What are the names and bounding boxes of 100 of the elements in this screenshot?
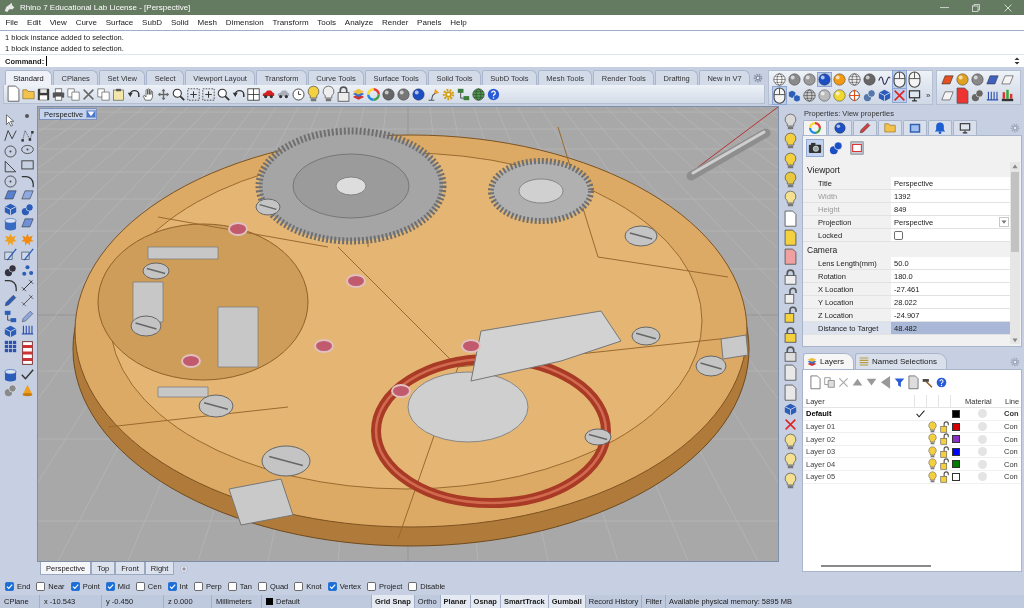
checkbox[interactable] — [408, 582, 418, 591]
menu-item[interactable]: Tools — [312, 18, 341, 27]
menu-item[interactable]: Help — [445, 18, 472, 27]
triangle-icon[interactable] — [3, 159, 17, 173]
mouse-icon[interactable] — [893, 70, 906, 89]
cross-icon[interactable] — [82, 87, 95, 101]
lock-icon[interactable] — [337, 85, 350, 103]
clipboard-icon[interactable] — [112, 87, 125, 101]
lightbulb-icon[interactable] — [783, 190, 797, 208]
caret-icon[interactable] — [87, 111, 96, 117]
cylinder-icon[interactable] — [3, 217, 17, 231]
surface-icon[interactable] — [3, 190, 17, 201]
lightbulb-icon[interactable] — [927, 445, 937, 458]
ellipse-icon[interactable] — [20, 144, 34, 154]
up-triangle-icon[interactable] — [852, 378, 863, 387]
properties-tab[interactable] — [853, 120, 877, 135]
scrollbar[interactable] — [1010, 162, 1020, 344]
monitor-icon[interactable] — [908, 89, 921, 102]
linked-blocks-icon[interactable] — [3, 309, 17, 323]
lightbulb-icon[interactable] — [927, 458, 937, 471]
lightbulb-icon[interactable] — [927, 433, 937, 446]
lightbulb-icon[interactable] — [783, 113, 797, 131]
color-swatch[interactable] — [952, 435, 960, 444]
spheres-icon[interactable] — [3, 263, 17, 277]
document-icon[interactable] — [783, 383, 797, 401]
starburst-icon[interactable] — [3, 233, 17, 247]
panel-tab[interactable]: Layers — [803, 353, 854, 369]
arc-icon[interactable] — [20, 175, 34, 189]
menu-item[interactable]: Dimension — [221, 18, 268, 27]
cube-icon[interactable] — [783, 402, 797, 416]
checkbox[interactable] — [227, 582, 237, 591]
checkbox[interactable] — [105, 582, 115, 591]
lightbulb-icon[interactable] — [927, 470, 937, 483]
dashed-frame-icon[interactable] — [187, 87, 200, 101]
overflow-chevron[interactable]: » — [923, 91, 931, 100]
dots-icon[interactable] — [20, 263, 34, 277]
cube-icon[interactable] — [3, 202, 17, 216]
dimension-icon[interactable] — [20, 279, 34, 292]
down-triangle-icon[interactable] — [866, 378, 877, 387]
wireframe-sphere-icon[interactable] — [773, 73, 786, 86]
checkbox[interactable] — [294, 582, 304, 591]
plus-icon[interactable] — [180, 564, 189, 573]
left-triangle-icon[interactable] — [880, 375, 891, 390]
wireframe-sphere-icon[interactable] — [848, 73, 861, 86]
sphere-icon[interactable] — [863, 73, 876, 86]
slashed-square-icon[interactable] — [3, 248, 17, 262]
color-wheel-icon[interactable] — [367, 87, 380, 101]
checkbox[interactable] — [257, 582, 267, 591]
unlocked-padlock-icon[interactable] — [783, 286, 797, 305]
surface-icon[interactable] — [20, 217, 34, 228]
document-icon[interactable] — [956, 86, 969, 105]
cubes-icon[interactable] — [788, 89, 801, 102]
copy-icon[interactable] — [97, 87, 110, 101]
crosshair-icon[interactable] — [848, 89, 861, 102]
pen-icon[interactable] — [20, 309, 34, 323]
striped-post-icon[interactable] — [20, 340, 34, 367]
curved-arrow-icon[interactable] — [232, 89, 245, 99]
undo-icon[interactable] — [127, 89, 140, 99]
color-swatch[interactable] — [952, 447, 960, 456]
copy-icon[interactable] — [824, 377, 835, 388]
four-way-arrow-icon[interactable] — [157, 87, 170, 101]
car-icon[interactable] — [277, 89, 290, 99]
polyline-icon[interactable] — [3, 129, 17, 143]
magnifier-icon[interactable] — [217, 87, 230, 101]
lock-icon[interactable] — [783, 344, 797, 363]
cross-icon[interactable] — [838, 377, 849, 388]
rectangle-icon[interactable] — [20, 159, 34, 170]
menu-item[interactable]: Render — [377, 18, 413, 27]
check-icon[interactable] — [20, 368, 34, 380]
lightbulb-icon[interactable] — [927, 420, 937, 433]
sphere-icon[interactable] — [956, 73, 969, 86]
starburst-icon[interactable] — [20, 233, 34, 247]
checkbox[interactable] — [167, 582, 177, 591]
wireframe-sphere-icon[interactable] — [803, 89, 816, 102]
menu-item[interactable]: File — [1, 18, 23, 27]
caret-icon[interactable] — [1001, 219, 1007, 225]
lamp-icon[interactable] — [427, 87, 440, 101]
sphere-icon[interactable] — [382, 87, 395, 101]
checkbox[interactable] — [36, 582, 46, 591]
color-wheel-icon[interactable] — [809, 122, 821, 134]
lightbulb-icon[interactable] — [322, 85, 335, 103]
mouse-icon[interactable] — [773, 86, 786, 105]
monitor-icon[interactable] — [959, 122, 971, 134]
spheres-icon[interactable] — [20, 202, 34, 216]
settings-icon[interactable] — [753, 72, 763, 83]
comb-icon[interactable] — [986, 90, 999, 101]
sphere-icon[interactable] — [971, 73, 984, 86]
sphere-icon[interactable] — [833, 73, 846, 86]
sphere-icon[interactable] — [397, 87, 410, 101]
unlocked-padlock-icon[interactable] — [939, 458, 949, 471]
spheres-icon[interactable] — [971, 89, 984, 102]
unlocked-padlock-icon[interactable] — [783, 306, 797, 324]
color-swatch[interactable] — [952, 460, 960, 469]
properties-tab[interactable] — [903, 120, 927, 135]
cube-icon[interactable] — [878, 89, 891, 102]
color-swatch[interactable] — [952, 422, 960, 431]
help-icon[interactable] — [936, 377, 947, 388]
sphere-icon[interactable] — [788, 73, 801, 86]
menu-item[interactable]: Surface — [101, 18, 138, 27]
checkbox[interactable] — [366, 582, 376, 591]
